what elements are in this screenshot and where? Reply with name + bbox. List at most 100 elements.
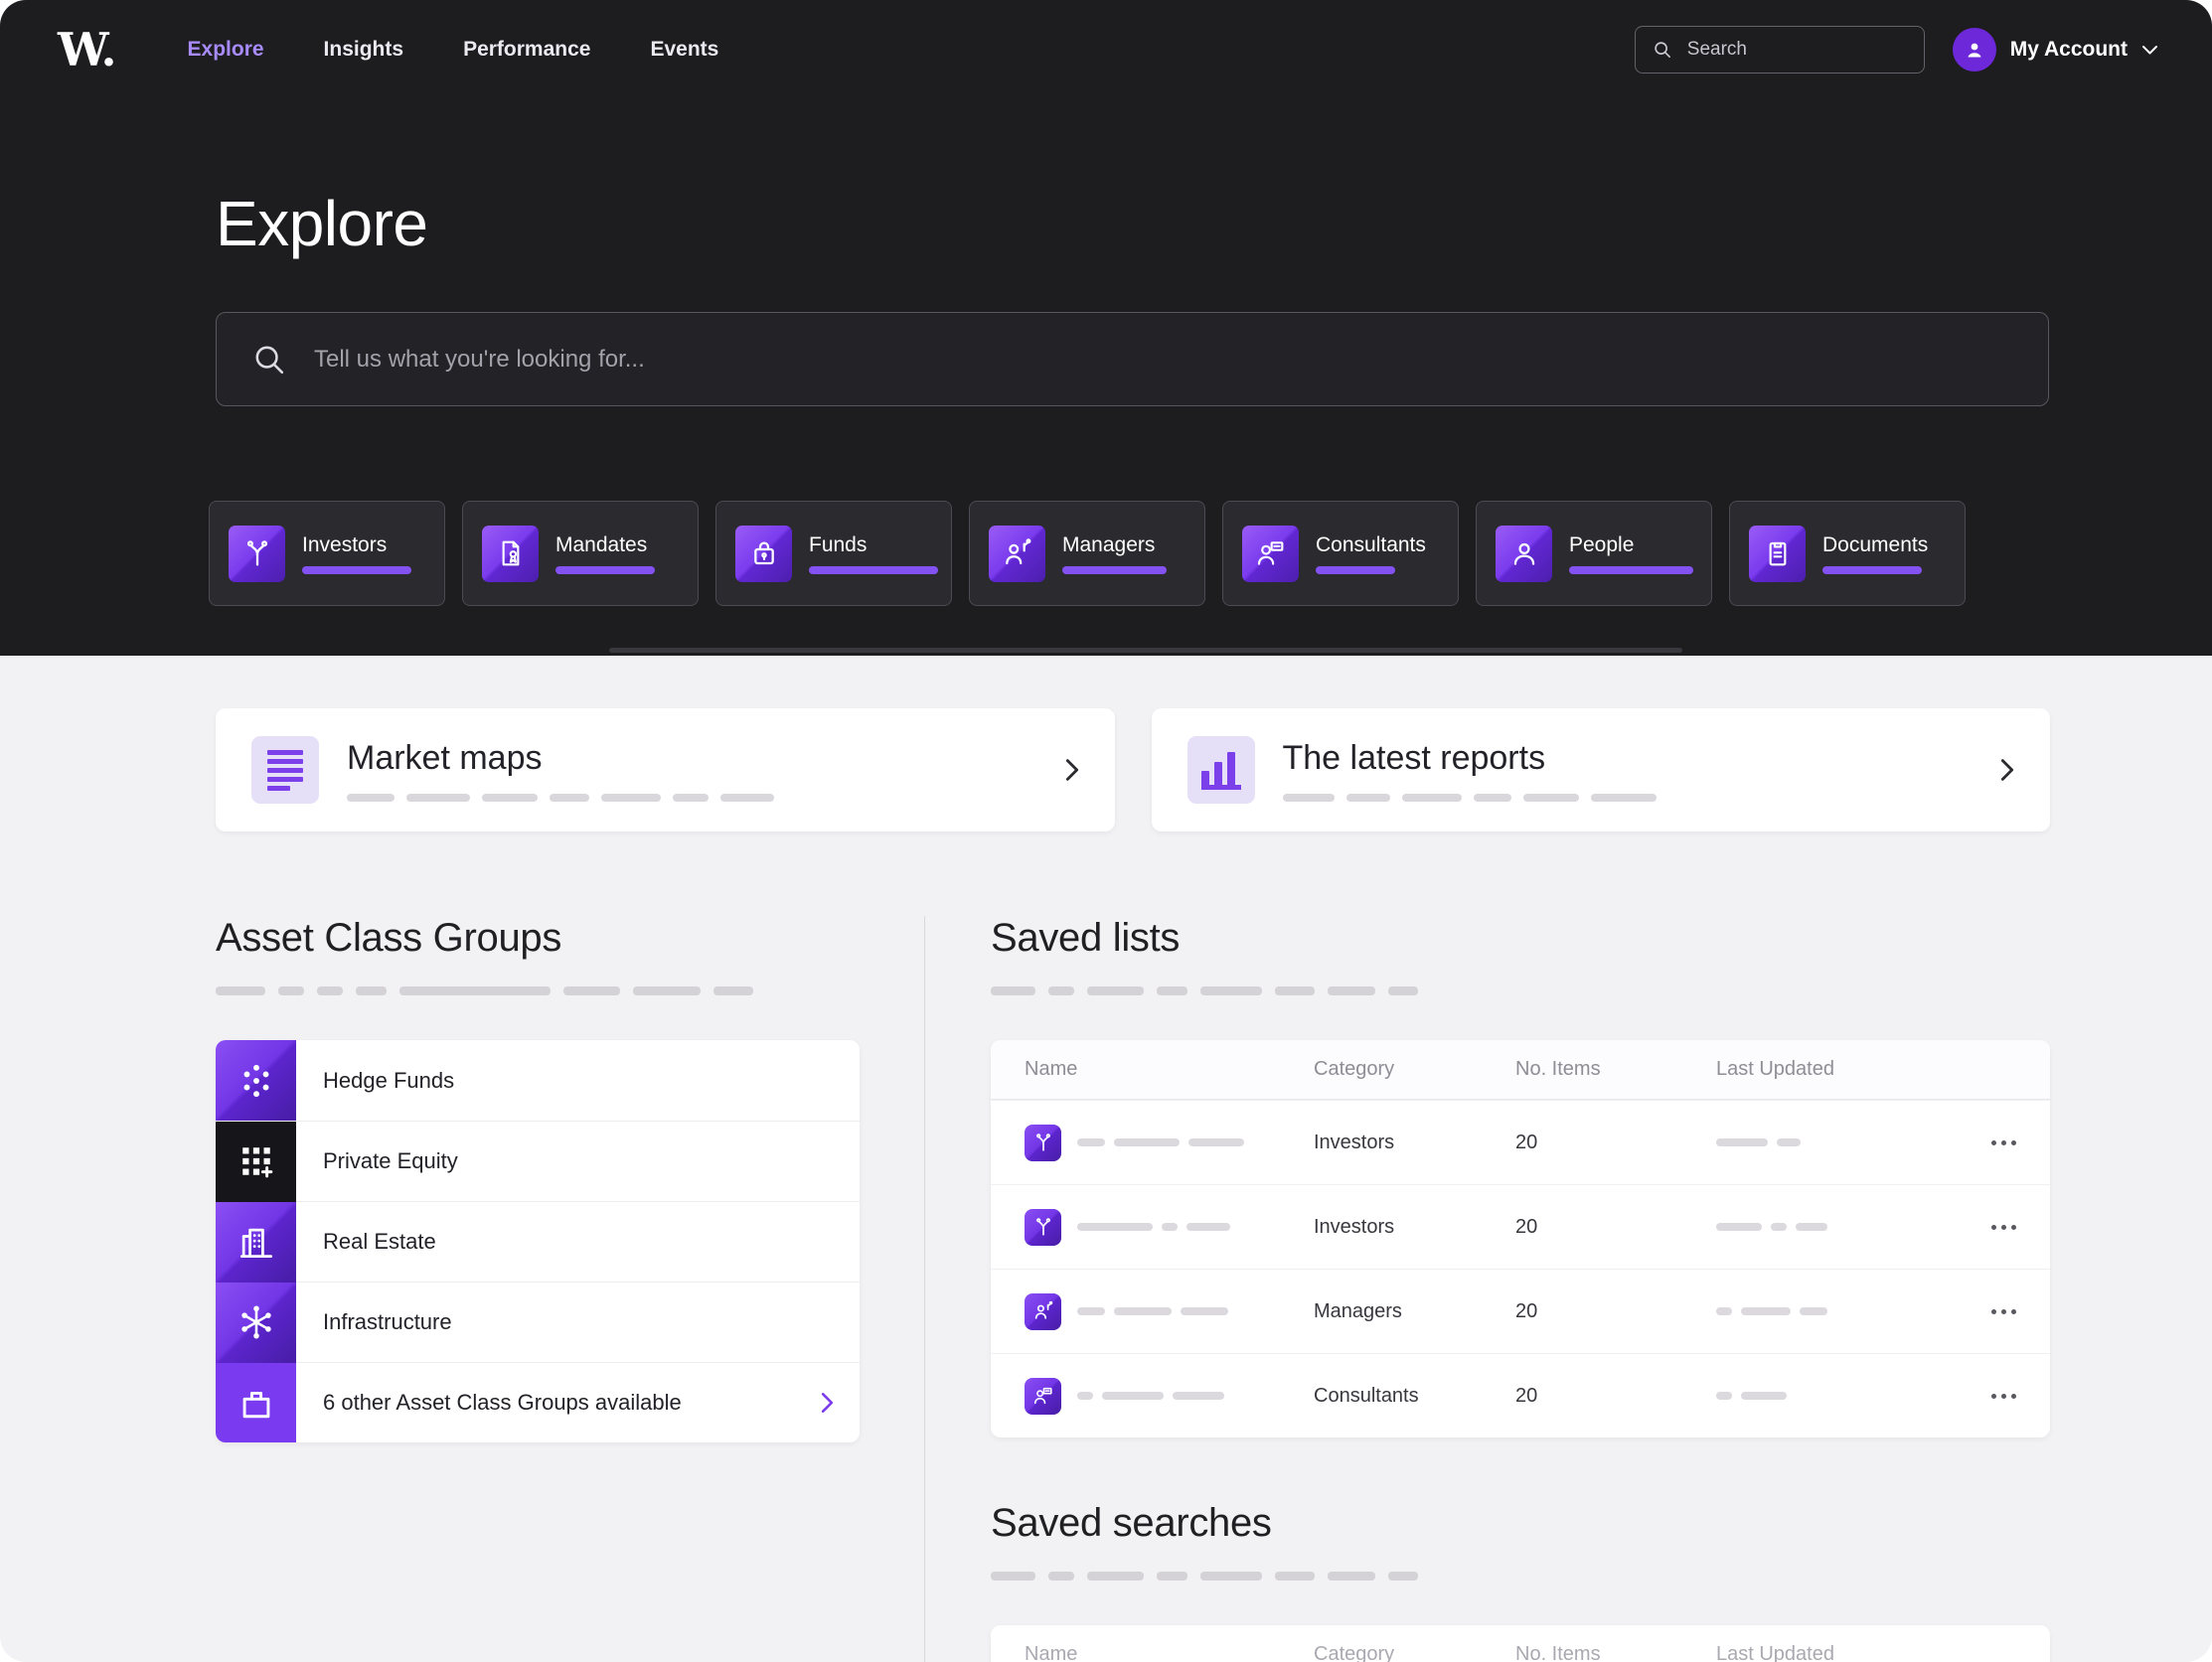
- list-item-infrastructure[interactable]: Infrastructure: [216, 1282, 860, 1362]
- consultants-icon: [1025, 1378, 1061, 1415]
- row-category: Investors: [1314, 1132, 1515, 1154]
- market-maps-card[interactable]: Market maps: [216, 708, 1115, 831]
- category-stat-bar: [1569, 566, 1693, 574]
- skeleton-updated: [1716, 1138, 1955, 1146]
- list-item-more-groups[interactable]: 6 other Asset Class Groups available: [216, 1362, 860, 1442]
- column-header-name: Name: [1025, 1058, 1314, 1081]
- promo-title: The latest reports: [1283, 739, 1657, 778]
- skeleton-updated: [1716, 1392, 1955, 1400]
- promo-cards: Market maps The latest reports: [0, 656, 2212, 831]
- nav-item-performance[interactable]: Performance: [463, 38, 590, 62]
- table-row[interactable]: Consultants 20: [991, 1353, 2050, 1437]
- categories-scrollbar[interactable]: [609, 648, 1682, 653]
- people-icon: [1496, 526, 1552, 582]
- category-label: Managers: [1062, 533, 1167, 557]
- category-card-documents[interactable]: Documents: [1729, 501, 1966, 606]
- table-header: Name Category No. Items Last Updated: [991, 1625, 2050, 1662]
- asset-class-groups-section: Asset Class Groups Hedge Funds: [216, 916, 925, 1662]
- account-menu[interactable]: My Account: [1953, 28, 2158, 72]
- category-card-people[interactable]: People: [1476, 501, 1712, 606]
- row-category: Consultants: [1314, 1385, 1515, 1408]
- chevron-down-icon: [2141, 45, 2158, 56]
- table-header: Name Category No. Items Last Updated: [991, 1040, 2050, 1100]
- latest-reports-card[interactable]: The latest reports: [1152, 708, 2051, 831]
- saved-section: Saved lists Name Category No. Items Last…: [991, 916, 2050, 1662]
- skeleton-text: [991, 1572, 2050, 1581]
- column-header-items: No. Items: [1515, 1643, 1716, 1662]
- brand-logo[interactable]: W.: [58, 23, 116, 76]
- funds-icon: [735, 526, 792, 582]
- list-item-hedge-funds[interactable]: Hedge Funds: [216, 1040, 860, 1121]
- skeleton-name: [1077, 1307, 1228, 1315]
- category-label: Funds: [809, 533, 938, 557]
- content-section: Market maps The latest reports: [0, 656, 2212, 1662]
- skeleton-text: [216, 986, 924, 995]
- category-label: Mandates: [555, 533, 655, 557]
- row-menu-icon[interactable]: [1955, 1384, 2016, 1409]
- row-menu-icon[interactable]: [1955, 1299, 2016, 1324]
- skeleton-updated: [1716, 1307, 1955, 1315]
- category-stat-bar: [1062, 566, 1167, 574]
- category-stat-bar: [555, 566, 655, 574]
- table-row[interactable]: Investors 20: [991, 1184, 2050, 1269]
- category-card-mandates[interactable]: Mandates: [462, 501, 699, 606]
- skeleton-name: [1077, 1223, 1230, 1231]
- row-items: 20: [1515, 1216, 1716, 1239]
- search-icon: [1652, 39, 1673, 61]
- avatar: [1953, 28, 1996, 72]
- market-maps-icon: [251, 736, 319, 804]
- managers-icon: [989, 526, 1045, 582]
- search-icon: [250, 341, 288, 378]
- reports-icon: [1187, 736, 1255, 804]
- investors-icon: [1025, 1209, 1061, 1246]
- topnav-search[interactable]: [1635, 26, 1925, 74]
- promo-title: Market maps: [347, 739, 774, 778]
- asset-class-groups-title: Asset Class Groups: [216, 916, 924, 961]
- page-title: Explore: [216, 187, 2049, 260]
- column-header-updated: Last Updated: [1716, 1058, 1955, 1081]
- list-item-private-equity[interactable]: Private Equity: [216, 1121, 860, 1201]
- buildings-icon: [216, 1202, 296, 1283]
- list-item-label: Hedge Funds: [323, 1068, 454, 1094]
- nav-item-explore[interactable]: Explore: [188, 38, 264, 62]
- hero-search-input[interactable]: [314, 346, 2014, 374]
- row-menu-icon[interactable]: [1955, 1215, 2016, 1240]
- column-header-name: Name: [1025, 1643, 1314, 1662]
- topnav-search-input[interactable]: [1687, 39, 1931, 61]
- table-row[interactable]: Managers 20: [991, 1269, 2050, 1353]
- column-header-updated: Last Updated: [1716, 1643, 1955, 1662]
- category-stat-bar: [1316, 566, 1395, 574]
- category-card-managers[interactable]: Managers: [969, 501, 1205, 606]
- skeleton-name: [1077, 1392, 1224, 1400]
- row-menu-icon[interactable]: [1955, 1131, 2016, 1155]
- category-card-consultants[interactable]: Consultants: [1222, 501, 1459, 606]
- category-label: Investors: [302, 533, 411, 557]
- topnav-right: My Account: [1635, 26, 2158, 74]
- top-nav: W. Explore Insights Performance Events: [0, 0, 2212, 99]
- dots-cluster-icon: [216, 1040, 296, 1121]
- category-card-funds[interactable]: Funds: [715, 501, 952, 606]
- hero-section: W. Explore Insights Performance Events: [0, 0, 2212, 656]
- category-stat-bar: [809, 566, 938, 574]
- table-row[interactable]: Investors 20: [991, 1100, 2050, 1184]
- nav-item-insights[interactable]: Insights: [324, 38, 404, 62]
- list-item-label: Infrastructure: [323, 1309, 452, 1335]
- hero: Explore: [0, 99, 2212, 406]
- investors-icon: [1025, 1125, 1061, 1161]
- skeleton-name: [1077, 1138, 1244, 1146]
- row-items: 20: [1515, 1300, 1716, 1323]
- category-card-investors[interactable]: Investors: [209, 501, 445, 606]
- column-header-category: Category: [1314, 1058, 1515, 1081]
- row-category: Managers: [1314, 1300, 1515, 1323]
- account-label: My Account: [2010, 38, 2128, 62]
- hero-search[interactable]: [216, 312, 2049, 406]
- category-cards: Investors Mandates Funds: [0, 406, 2212, 606]
- investors-icon: [229, 526, 285, 582]
- page: W. Explore Insights Performance Events: [0, 0, 2212, 1662]
- chevron-right-icon: [821, 1392, 834, 1414]
- nav-item-events[interactable]: Events: [650, 38, 718, 62]
- list-item-real-estate[interactable]: Real Estate: [216, 1201, 860, 1282]
- category-label: Consultants: [1316, 533, 1426, 557]
- grid-plus-icon: [216, 1122, 296, 1202]
- asset-class-groups-list: Hedge Funds Private Equity Real Estate: [216, 1040, 860, 1442]
